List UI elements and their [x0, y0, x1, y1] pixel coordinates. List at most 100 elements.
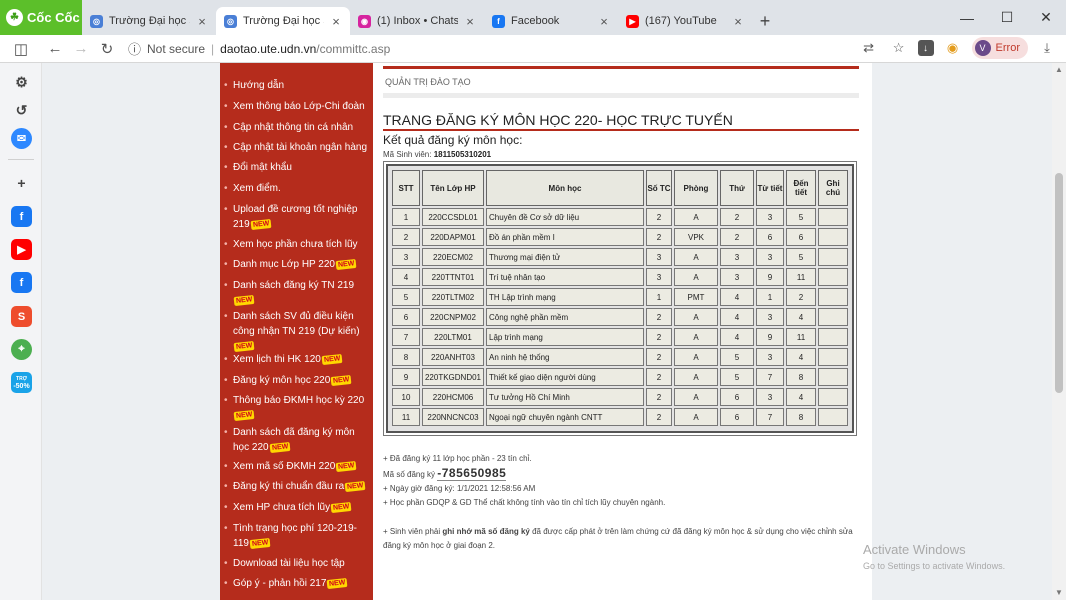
table-cell: 3	[756, 208, 784, 226]
menu-item[interactable]: Đăng ký môn học 220NEW	[224, 373, 368, 388]
tab-title: Facebook	[511, 15, 560, 27]
table-cell: An ninh hệ thống	[486, 348, 644, 366]
table-cell	[818, 268, 848, 286]
table-cell: 3	[646, 268, 672, 286]
sale-line1: TRỢ	[16, 375, 27, 382]
info-icon[interactable]: ⓘ	[128, 39, 141, 58]
menu-item[interactable]: Tình trạng học phí 120-219-119NEW	[224, 521, 368, 551]
bookmark-star-icon[interactable]: ☆	[888, 37, 910, 59]
table-cell: 6	[720, 408, 754, 426]
menu-item[interactable]: Xem điểm.	[224, 181, 368, 196]
table-cell: 220LTM01	[422, 328, 484, 346]
table-cell: 3	[392, 248, 420, 266]
maximize-button[interactable]: ☐	[987, 0, 1027, 35]
menu-item[interactable]: Cập nhật thông tin cá nhân	[224, 120, 368, 135]
table-cell: 6	[392, 308, 420, 326]
add-icon[interactable]: +	[11, 172, 32, 193]
table-cell: 10	[392, 388, 420, 406]
tab-close-icon[interactable]: ×	[732, 14, 744, 29]
menu-item-label: Xem HP chưa tích lũy	[233, 502, 331, 513]
tab-close-icon[interactable]: ×	[464, 14, 476, 29]
minimize-button[interactable]: —	[947, 0, 987, 35]
extension-icon[interactable]: ◉	[942, 37, 964, 59]
table-cell: 6	[720, 388, 754, 406]
table-cell: 1	[646, 288, 672, 306]
remember-note: + Sinh viên phải ghi nhớ mã số đăng ký đ…	[383, 525, 859, 553]
menu-item[interactable]: Hướng dẫn	[224, 78, 368, 93]
tab-close-icon[interactable]: ×	[196, 14, 208, 29]
table-row: 3 220ECM02 Thương mại điện tử 3 A 3 3 5	[392, 248, 848, 266]
menu-item-label: Danh sách đã đăng ký môn học 220	[233, 427, 355, 453]
menu-item[interactable]: Xem lịch thi HK 120NEW	[224, 352, 368, 367]
tab-close-icon[interactable]: ×	[330, 14, 342, 29]
table-cell: 2	[720, 208, 754, 226]
new-badge-icon: NEW	[335, 258, 357, 270]
tab-2-active[interactable]: ◎ Trường Đại học Sư phạm K ×	[216, 7, 350, 35]
menu-item[interactable]: Đăng ký thi chuẩn đầu raNEW	[224, 479, 368, 494]
menu-item[interactable]: Upload đề cương tốt nghiệp 219NEW	[224, 202, 368, 232]
shopee-icon[interactable]: S	[11, 306, 32, 327]
scroll-down-icon[interactable]: ▼	[1055, 588, 1063, 597]
map-icon[interactable]: ⌖	[11, 339, 32, 360]
menu-item[interactable]: Đổi mật khẩu	[224, 160, 368, 175]
sidebar-toggle-icon[interactable]: ◫	[8, 36, 34, 62]
tab-5[interactable]: ▶ (167) YouTube ×	[618, 7, 752, 35]
messenger-icon[interactable]: ✉	[11, 128, 32, 149]
menu-item[interactable]: Xem thông báo Lớp-Chi đoàn	[224, 99, 368, 114]
table-row: 11 220NNCNC03 Ngoại ngữ chuyên ngành CNTT 2…	[392, 408, 848, 426]
menu-item[interactable]: Xem học phần chưa tích lũy	[224, 237, 368, 252]
table-cell: VPK	[674, 228, 718, 246]
back-button[interactable]: ←	[42, 36, 68, 62]
menu-item[interactable]: Danh sách đăng ký TN 219 NEW	[224, 278, 368, 308]
scroll-up-icon[interactable]: ▲	[1055, 65, 1063, 74]
facebook-icon[interactable]: f	[11, 206, 32, 227]
reload-button[interactable]: ↻	[94, 36, 120, 62]
forward-button[interactable]: →	[68, 36, 94, 62]
menu-item[interactable]: Xem mã số ĐKMH 220NEW	[224, 459, 368, 474]
close-window-button[interactable]: ✕	[1026, 0, 1066, 35]
menu-item[interactable]: Thông báo ĐKMH học kỳ 220 NEW	[224, 393, 368, 423]
table-cell: Thiết kế giao diện người dùng	[486, 368, 644, 386]
table-cell: 5	[720, 348, 754, 366]
registration-table-frame: STT Tên Lớp HP Môn học Số TC Phòng Thứ T…	[383, 161, 857, 436]
facebook-icon[interactable]: f	[11, 272, 32, 293]
table-cell: 220TTNT01	[422, 268, 484, 286]
table-cell: A	[674, 368, 718, 386]
menu-item[interactable]: Xem HP chưa tích lũyNEW	[224, 500, 368, 515]
menu-item[interactable]: Góp ý - phản hồi 217NEW	[224, 576, 368, 591]
table-cell: A	[674, 348, 718, 366]
tab-1[interactable]: ◎ Trường Đại học Sư phạm K ×	[82, 7, 216, 35]
downloads-icon[interactable]: ⤓	[1036, 37, 1058, 59]
page-title: TRANG ĐĂNG KÝ MÔN HỌC 220- HỌC TRỰC TUYẾ…	[383, 112, 733, 128]
download-box-icon[interactable]: ↓	[917, 40, 934, 56]
translate-icon[interactable]: ⇄	[858, 37, 880, 59]
tab-3[interactable]: ◉ (1) Inbox • Chats ×	[350, 7, 484, 35]
coccoc-brand[interactable]: ☘ Cốc Cốc	[0, 0, 82, 35]
history-icon[interactable]: ↺	[11, 100, 32, 121]
profile-error-button[interactable]: V Error	[971, 37, 1028, 59]
youtube-icon[interactable]: ▶	[11, 239, 32, 260]
table-cell	[818, 248, 848, 266]
scroll-thumb[interactable]	[1055, 173, 1063, 393]
table-cell: 2	[646, 328, 672, 346]
registration-notes: + Đã đăng ký 11 lớp học phần - 23 tín ch…	[383, 452, 859, 510]
menu-item[interactable]: Danh sách SV đủ điều kiện công nhận TN 2…	[224, 309, 368, 354]
menu-item[interactable]: Download tài liệu học tập	[224, 556, 368, 571]
gdqp-note: + Học phần GDQP & GD Thể chất không tính…	[383, 498, 666, 507]
menu-item[interactable]: Danh mục Lớp HP 220NEW	[224, 257, 368, 272]
tab-close-icon[interactable]: ×	[598, 14, 610, 29]
table-cell: 1	[756, 288, 784, 306]
new-tab-button[interactable]: +	[752, 7, 778, 35]
tab-4[interactable]: f Facebook ×	[484, 7, 618, 35]
sale-icon[interactable]: TRỢ -50%	[11, 372, 32, 393]
youtube-favicon-icon: ▶	[626, 14, 639, 28]
url-field[interactable]: ⓘ Not secure | daotao.ute.udn.vn/committ…	[128, 39, 390, 58]
table-cell: Trí tuệ nhân tạo	[486, 268, 644, 286]
table-cell: 220TKGDND01	[422, 368, 484, 386]
menu-item[interactable]: Cập nhật tài khoản ngân hàng	[224, 140, 368, 155]
table-cell	[818, 328, 848, 346]
settings-icon[interactable]: ⚙	[11, 72, 32, 93]
new-badge-icon: NEW	[330, 374, 353, 386]
menu-item[interactable]: Danh sách đã đăng ký môn học 220NEW	[224, 425, 368, 455]
page-scrollbar[interactable]: ▲ ▼	[1052, 63, 1066, 600]
